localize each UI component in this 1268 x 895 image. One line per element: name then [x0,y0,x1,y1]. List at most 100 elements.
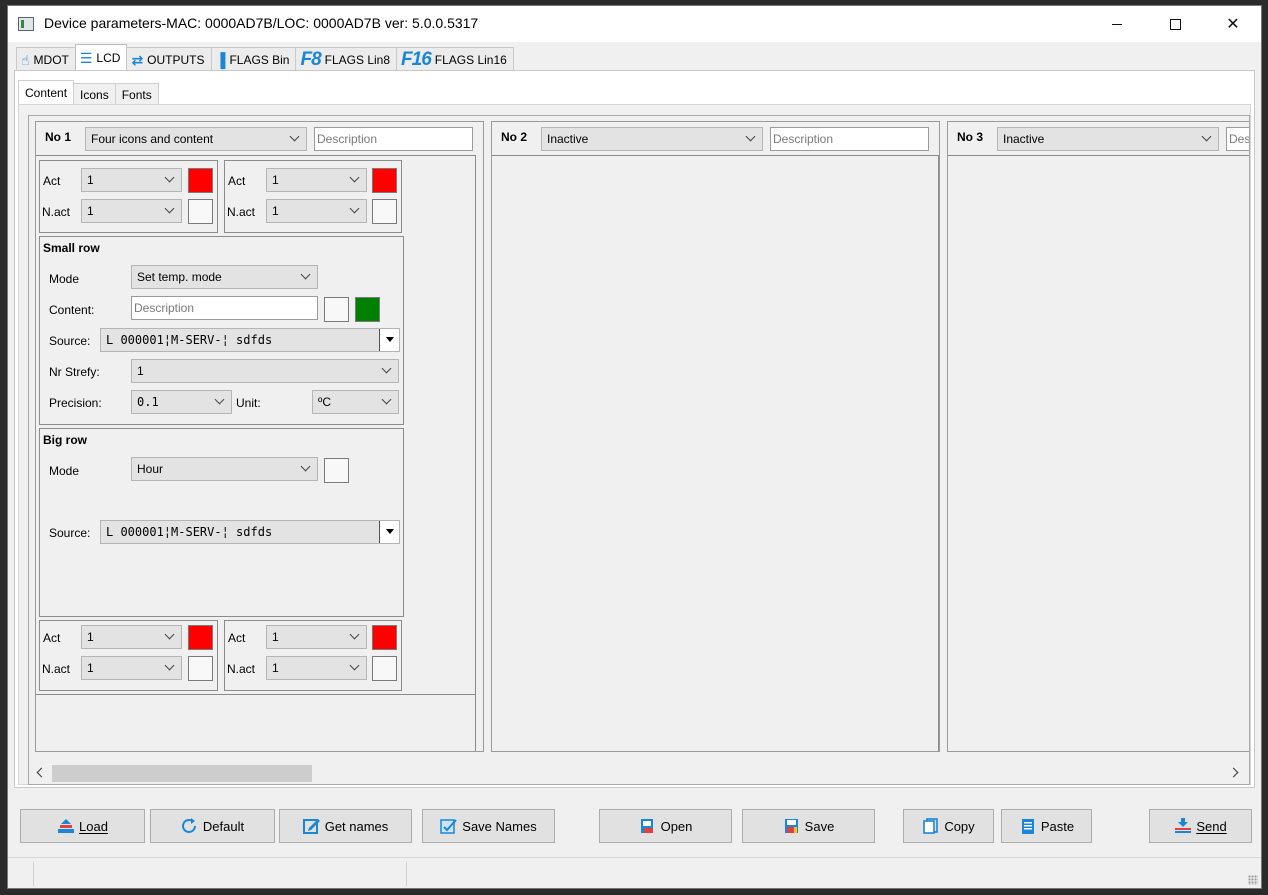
paste-label: Paste [1040,818,1075,834]
horizontal-scrollbar[interactable] [29,762,1249,784]
small-row-source-select[interactable]: L 000001¦M-SERV-¦ sdfds [100,328,400,352]
panel-type-select[interactable]: Inactive [541,127,763,151]
big-row-color-swatch[interactable] [324,458,349,483]
act-value: 1 [87,630,94,644]
send-label: Send [1196,818,1227,834]
mode-value: Set temp. mode [137,270,222,284]
tab-outputs[interactable]: ⇄ OUTPUTS [126,47,212,71]
open-icon [639,818,657,834]
tab-flags-bin[interactable]: ▐ FLAGS Bin [210,47,297,71]
source-label: Source: [49,526,91,540]
panel-body [492,155,939,751]
nact-select[interactable]: 1 [81,199,182,223]
big-row-mode-select[interactable]: Hour [131,457,318,481]
mode-value: Hour [137,462,164,476]
small-row-title: Small row [43,241,100,255]
precision-select[interactable]: 0.1 [131,390,232,414]
tab-flags-lin16[interactable]: F16 FLAGS Lin16 [396,47,514,71]
nact-select[interactable]: 1 [266,656,367,680]
small-row-mode-select[interactable]: Set temp. mode [131,265,318,289]
tab-fonts[interactable]: Fonts [114,83,159,105]
chevron-down-icon [349,204,361,216]
chevron-down-icon [289,132,301,144]
panel-type-select[interactable]: Four icons and content [85,127,307,151]
copy-button[interactable]: Copy [903,809,994,843]
act-color-swatch[interactable] [372,625,397,650]
nact-color-swatch[interactable] [372,199,397,224]
minimize-button[interactable] [1088,6,1146,42]
small-row-group: Small row Mode Set temp. mode Content: D… [39,236,404,425]
panel-description-input[interactable]: Description [314,127,473,151]
nact-color-swatch[interactable] [372,656,397,681]
maximize-button[interactable] [1146,6,1204,42]
send-icon [1174,818,1192,834]
content-label: Content: [49,303,95,317]
act-select[interactable]: 1 [81,168,182,192]
save-names-label: Save Names [462,818,537,834]
close-icon: ✕ [1226,16,1240,33]
panel-description-input[interactable]: Des [1226,127,1249,151]
nact-value: 1 [272,661,279,675]
source-label: Source: [49,334,91,348]
tab-mdot[interactable]: ☝ MDOT [16,47,76,71]
panel-type-select[interactable]: Inactive [997,127,1219,151]
default-button[interactable]: Default [150,809,275,843]
act-color-swatch[interactable] [188,168,213,193]
scroll-left-icon[interactable] [33,765,47,779]
act-select[interactable]: 1 [266,625,367,649]
chevron-down-icon [164,661,176,673]
resize-grip-icon[interactable] [1248,875,1258,885]
nact-select[interactable]: 1 [81,656,182,680]
strefy-value: 1 [137,364,144,378]
save-names-button[interactable]: Save Names [422,809,555,843]
flags-bin-icon: ▐ [215,51,226,68]
load-button[interactable]: Load [20,809,145,843]
chevron-down-icon [745,132,757,144]
nact-color-swatch[interactable] [188,199,213,224]
nact-select[interactable]: 1 [266,199,367,223]
act-select[interactable]: 1 [266,168,367,192]
act-color-swatch[interactable] [372,168,397,193]
scroll-right-icon[interactable] [1229,765,1243,779]
nact-label: N.act [42,662,71,676]
chevron-down-icon [1201,132,1213,144]
act-select[interactable]: 1 [81,625,182,649]
device-parameters-window: Device parameters-MAC: 0000AD7B/LOC: 000… [7,5,1262,889]
small-row-content-input[interactable]: Description [131,296,318,320]
open-button[interactable]: Open [599,809,732,843]
send-button[interactable]: Send [1149,809,1252,843]
big-row-source-select[interactable]: L 000001¦M-SERV-¦ sdfds [100,520,400,544]
lcd-tab-page: Content Icons Fonts No 1 Four icons and … [14,70,1255,788]
save-button[interactable]: Save [742,809,875,843]
bottom-icon-group-2: Act 1 N.act 1 [224,620,402,691]
load-icon [57,818,75,834]
panel-number: No 1 [45,130,72,144]
sub-tabs: Content Icons Fonts [18,80,159,105]
strefy-label: Nr Strefy: [49,365,100,379]
tab-lcd[interactable]: ☰ LCD [74,44,128,71]
refresh-icon [181,818,199,834]
content-color-swatch-2[interactable] [355,297,380,322]
panel-type-value: Inactive [1003,132,1045,146]
get-names-button[interactable]: Get names [279,809,412,843]
unit-select[interactable]: ºC [312,390,399,414]
lcd-panel-2: No 2 Inactive Description [491,121,940,752]
touch-icon: ☝ [21,51,30,68]
paste-button[interactable]: Paste [1001,809,1092,843]
panel-description-input[interactable]: Description [770,127,929,151]
nact-color-swatch[interactable] [188,656,213,681]
open-label: Open [660,818,693,834]
panels-scroll-area: No 1 Four icons and content Description … [28,115,1250,785]
panel-header: No 3 Inactive Des [948,122,1249,152]
strefy-select[interactable]: 1 [131,359,399,383]
content-color-swatch-1[interactable] [324,297,349,322]
tab-flags-lin8[interactable]: F8 FLAGS Lin8 [295,47,398,71]
tab-content[interactable]: Content [18,80,75,105]
dropdown-arrow-icon [379,329,399,351]
tab-label: FLAGS Lin16 [434,52,507,67]
scrollbar-thumb[interactable] [52,765,312,782]
act-label: Act [43,174,61,188]
tab-icons[interactable]: Icons [73,83,116,105]
act-color-swatch[interactable] [188,625,213,650]
close-button[interactable]: ✕ [1204,6,1262,42]
